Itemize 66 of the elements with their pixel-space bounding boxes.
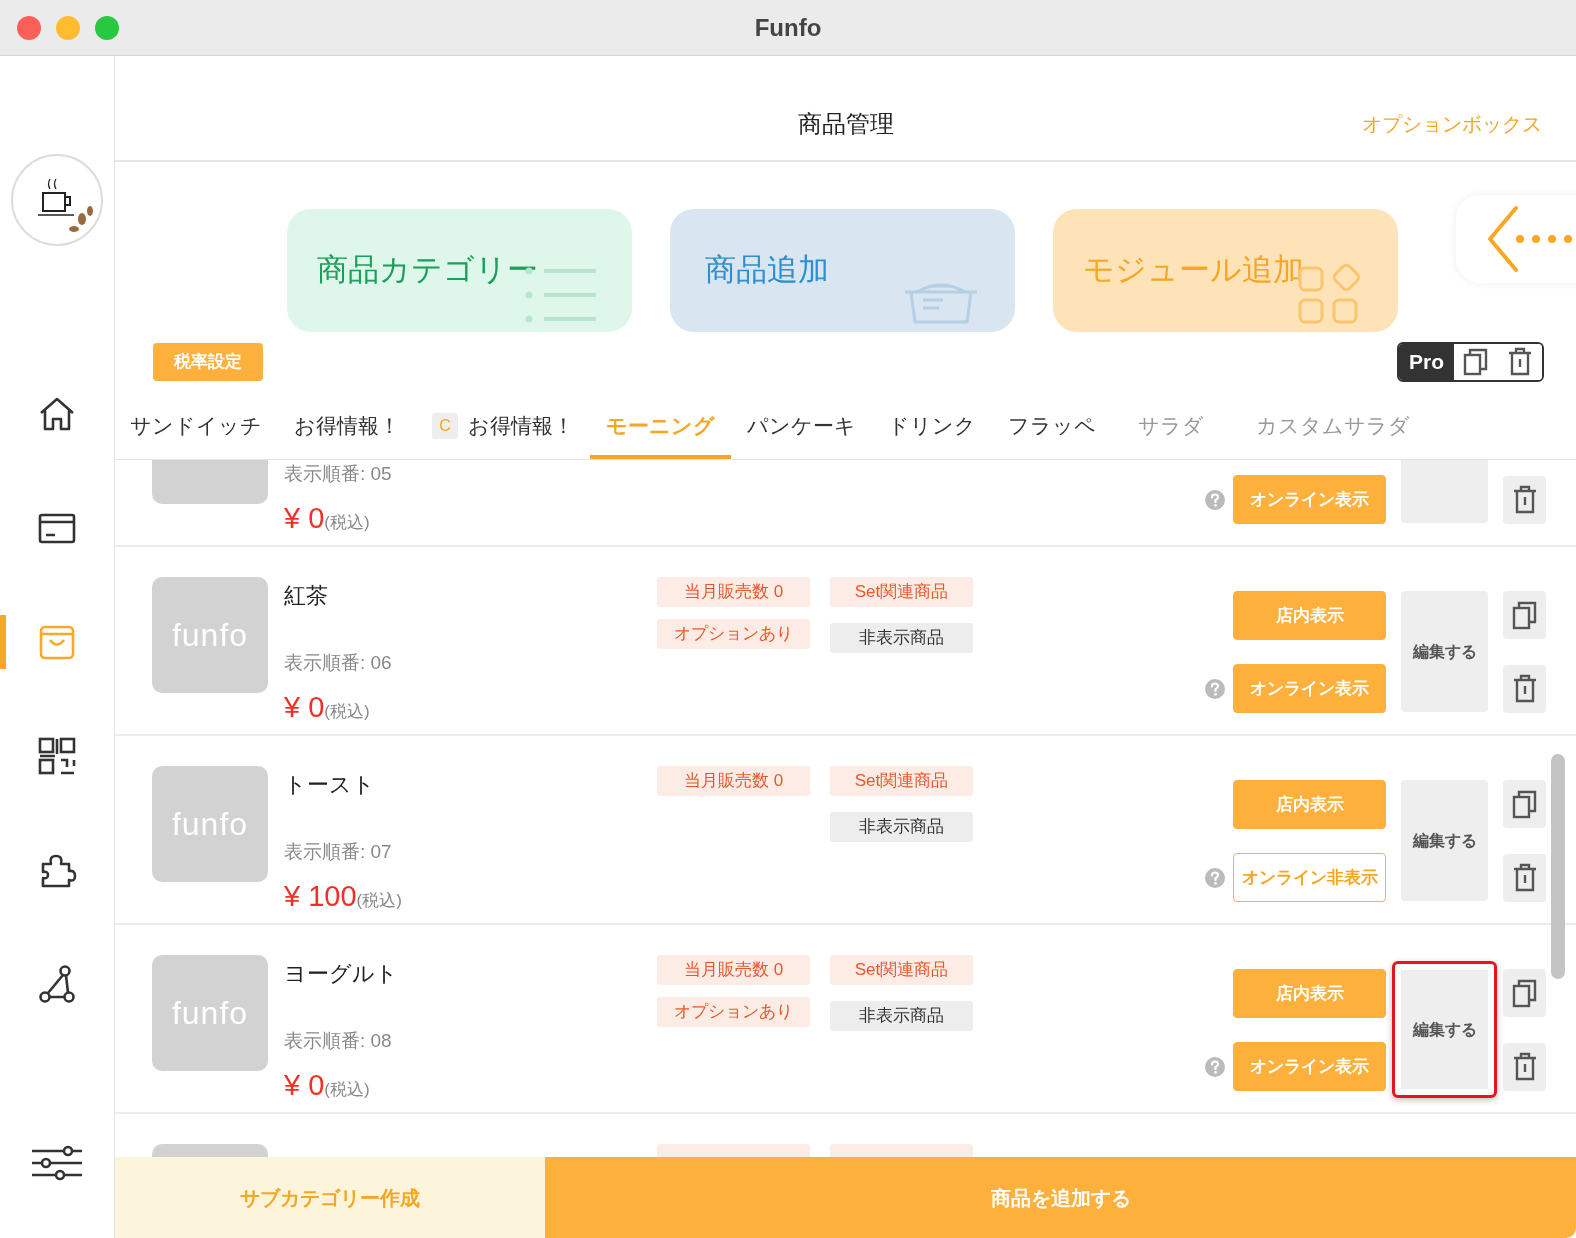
category-tab[interactable]: パンケーキ [731, 396, 872, 459]
tab-label: お得情報！ [468, 412, 574, 439]
trash-icon[interactable] [1503, 476, 1546, 524]
tax-rate-button[interactable]: 税率設定 [153, 343, 263, 381]
online-toggle[interactable]: オンライン表示 [1233, 1042, 1386, 1091]
page-title: 商品管理 [797, 110, 894, 137]
in-store-toggle[interactable]: 店内表示 [1233, 780, 1386, 829]
hidden-tag: 非表示商品 [830, 623, 973, 653]
product-price: ¥ 0 [284, 690, 325, 723]
online-toggle[interactable]: オンライン表示 [1233, 475, 1386, 524]
window-title: Funfo [754, 13, 822, 41]
sales-tag: 当月販売数 0 [657, 955, 810, 985]
product-price: ¥ 100 [284, 879, 357, 912]
hidden-tag: 非表示商品 [830, 812, 973, 842]
product-name: ヨーグルト [284, 960, 399, 987]
hidden-tag: 非表示商品 [830, 1001, 973, 1031]
trash-icon[interactable] [1503, 854, 1546, 902]
in-store-toggle[interactable]: 店内表示 [1233, 591, 1386, 640]
display-order: 表示順番: 08 [284, 1029, 393, 1053]
category-tab[interactable]: C お得情報！ [416, 396, 590, 459]
display-order: 表示順番: 06 [284, 651, 393, 675]
add-product-card[interactable]: 商品追加 [670, 209, 1015, 332]
product-name: 紅茶 [284, 582, 329, 609]
network-icon[interactable] [37, 964, 77, 1004]
set-tag: Set関連商品 [830, 955, 973, 985]
display-order: 表示順番: 07 [284, 840, 393, 864]
create-subcategory-button[interactable]: サブカテゴリー作成 [115, 1157, 545, 1238]
copy-icon[interactable] [1503, 969, 1546, 1017]
product-price: ¥ 0 [284, 501, 325, 534]
tab-badge: C [432, 412, 458, 439]
pro-label: Pro [1399, 344, 1454, 380]
product-name: トースト [284, 771, 376, 798]
trash-icon[interactable] [1503, 665, 1546, 713]
tax-note: (税込) [324, 701, 370, 721]
display-order: 表示順番: 05 [284, 462, 393, 486]
copy-icon[interactable] [1503, 780, 1546, 828]
tax-note: (税込) [324, 512, 370, 532]
option-tag: オプションあり [657, 997, 810, 1027]
category-tab[interactable]: フラッペ [992, 396, 1112, 459]
trash-icon[interactable] [1503, 1043, 1546, 1091]
category-tab[interactable]: モーニング [590, 396, 731, 459]
category-tab[interactable]: サンドイッチ [115, 396, 278, 459]
option-tag: オプションあり [657, 619, 810, 649]
edit-button[interactable]: 編集する [1401, 780, 1488, 901]
in-store-toggle[interactable]: 店内表示 [1233, 969, 1386, 1018]
edit-button[interactable]: 編集する [1401, 591, 1488, 712]
set-tag: Set関連商品 [830, 766, 973, 796]
sales-tag: 当月販売数 0 [657, 577, 810, 607]
sales-tag: 当月販売数 0 [657, 766, 810, 796]
add-product-button[interactable]: 商品を追加する [545, 1157, 1576, 1238]
close-button[interactable] [17, 15, 41, 40]
tax-note: (税込) [324, 1079, 370, 1099]
sliders-icon[interactable] [30, 1143, 84, 1183]
category-tab[interactable]: お得情報！ [278, 396, 416, 459]
online-toggle[interactable]: オンライン表示 [1233, 664, 1386, 713]
set-tag: Set関連商品 [830, 577, 973, 607]
product-price: ¥ 0 [284, 1068, 325, 1101]
qr-code-icon[interactable] [37, 736, 77, 776]
tax-note: (税込) [356, 890, 402, 910]
logo-icon [10, 153, 104, 247]
online-toggle[interactable]: オンライン非表示 [1233, 853, 1386, 902]
copy-icon[interactable] [1503, 591, 1546, 639]
category-tab[interactable]: ドリンク [872, 396, 992, 459]
edit-button[interactable]: 編集する [1392, 961, 1497, 1098]
scrollbar[interactable] [1551, 754, 1565, 979]
option-box-link[interactable]: オプションボックス [1362, 109, 1542, 139]
